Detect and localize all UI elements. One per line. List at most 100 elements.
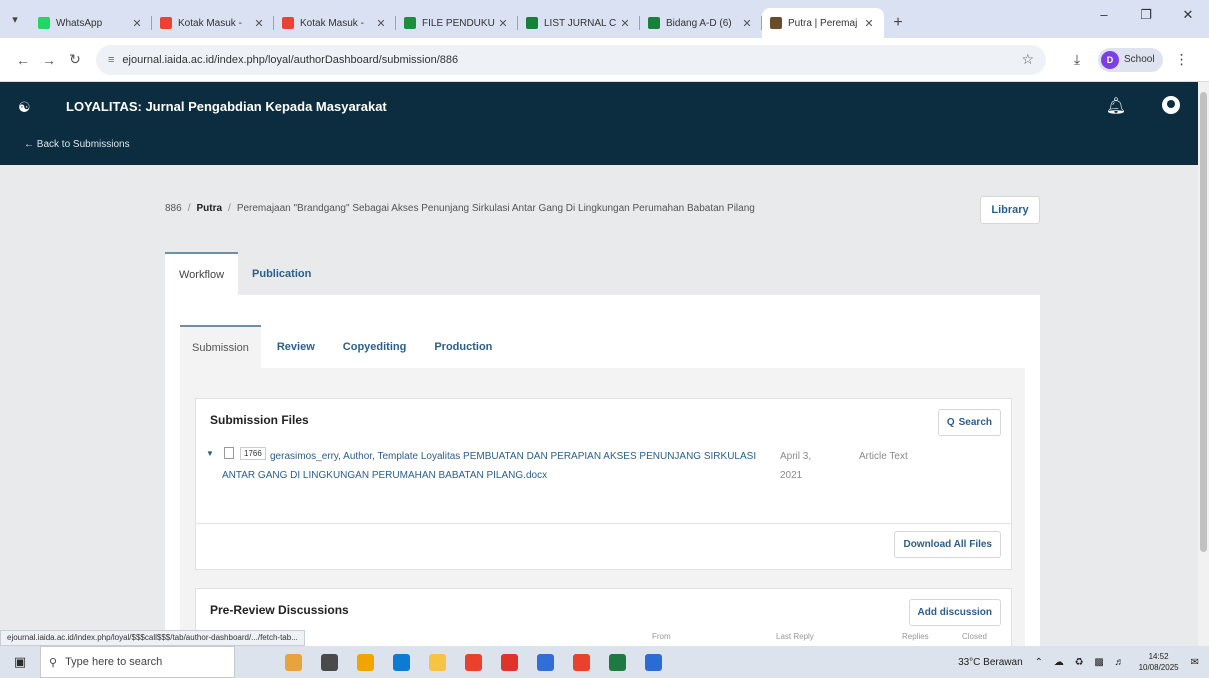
tray-icons[interactable]: ⌃ ☁ ♻ ▩ ♬ — [1035, 657, 1129, 668]
vertical-scrollbar[interactable] — [1198, 82, 1209, 646]
browser-tab[interactable]: Bidang A-D (6) ✕ — [640, 8, 762, 38]
browser-tab[interactable]: FILE PENDUKU ✕ — [396, 8, 518, 38]
site-info-icon[interactable]: ≡ — [108, 54, 114, 66]
pre-review-title: Pre-Review Discussions — [210, 603, 349, 617]
breadcrumb-title: Peremajaan "Brandgang" Sebagai Akses Pen… — [236, 203, 755, 214]
app-glyph-icon — [536, 653, 554, 671]
taskbar-app-icon[interactable] — [599, 646, 635, 678]
column-closed: Closed — [962, 632, 987, 641]
document-icon — [224, 447, 234, 459]
browser-tab[interactable]: Putra | Peremaj ✕ — [762, 8, 884, 38]
back-arrow-icon[interactable]: ← — [10, 52, 36, 68]
file-date: April 3, 2021 — [780, 451, 812, 481]
file-name-link[interactable]: gerasimos_erry, Author, Template Loyalit… — [222, 447, 762, 485]
tab-close-icon[interactable]: ✕ — [618, 17, 632, 30]
browser-tab[interactable]: Kotak Masuk - ✕ — [152, 8, 274, 38]
tab-close-icon[interactable]: ✕ — [496, 17, 510, 30]
clock[interactable]: 14:52 10/08/2025 — [1139, 651, 1179, 673]
tab-copyediting[interactable]: Copyediting — [331, 325, 419, 368]
forward-arrow-icon[interactable]: → — [36, 52, 62, 68]
reload-icon[interactable]: ↻ — [62, 51, 88, 68]
search-button[interactable]: Q Search — [937, 409, 1001, 436]
taskbar-app-icon[interactable] — [347, 646, 383, 678]
breadcrumb-id: 886 — [165, 203, 182, 214]
tab-favicon-icon — [38, 17, 50, 29]
tab-close-icon[interactable]: ✕ — [130, 17, 144, 30]
tab-close-icon[interactable]: ✕ — [862, 17, 876, 30]
workflow-panel: Submission Review Copyediting Production… — [165, 295, 1040, 648]
app-glyph-icon — [356, 653, 374, 671]
browser-tab-strip: ▾ WhatsApp ✕ Kotak Masuk - ✕ Kotak Masuk - … — [0, 0, 1209, 38]
weather-widget[interactable]: 33°C Berawan — [958, 657, 1023, 668]
bell-icon[interactable]: 🔔︎ — [1106, 96, 1126, 116]
taskbar-app-icon[interactable] — [563, 646, 599, 678]
breadcrumb: 886 / Putra / Peremajaan "Brandgang" Sebagai… — [165, 203, 755, 214]
taskbar-app-icon[interactable] — [311, 646, 347, 678]
new-tab-button[interactable]: + — [884, 8, 912, 38]
tab-favicon-icon — [526, 17, 538, 29]
submission-files-title: Submission Files — [210, 413, 309, 427]
profile-button[interactable]: D School — [1098, 47, 1163, 72]
submission-files-card: Submission Files Q Search ▼ gerasimos_err… — [195, 398, 1012, 570]
browser-tab[interactable]: Kotak Masuk - ✕ — [274, 8, 396, 38]
windows-start-icon[interactable]: ▣ — [0, 654, 40, 670]
scrollbar-thumb[interactable] — [1200, 92, 1207, 552]
back-to-submissions-link[interactable]: ← Back to Submissions — [24, 139, 130, 150]
tab-label: WhatsApp — [56, 17, 103, 29]
system-tray: 33°C Berawan ⌃ ☁ ♻ ▩ ♬ 14:52 10/08/2025 … — [958, 651, 1209, 673]
minimize-icon[interactable]: – — [1083, 0, 1125, 30]
notification-icon[interactable]: ✉ — [1191, 657, 1199, 668]
taskbar-app-icon[interactable] — [383, 646, 419, 678]
browser-menu-icon[interactable]: ⋮ — [1175, 51, 1189, 68]
tab-label: Putra | Peremaj — [788, 17, 858, 29]
taskbar-app-icon[interactable] — [527, 646, 563, 678]
url-input[interactable]: ≡ ejournal.iaida.ac.id/index.php/loyal/a… — [96, 44, 1046, 75]
user-icon[interactable] — [1162, 96, 1180, 114]
workflow-stage-tabs: Submission Review Copyediting Production — [180, 325, 508, 368]
tab-search-icon[interactable]: ▾ — [0, 0, 30, 38]
download-all-files-button[interactable]: Download All Files — [894, 531, 1001, 558]
status-url-tooltip: ejournal.iaida.ac.id/index.php/loyal/$$$… — [0, 630, 305, 646]
tab-label: Kotak Masuk - — [178, 17, 242, 29]
browser-tab[interactable]: LIST JURNAL C ✕ — [518, 8, 640, 38]
tab-publication[interactable]: Publication — [238, 252, 325, 295]
expand-caret-icon[interactable]: ▼ — [206, 449, 214, 458]
tab-production[interactable]: Production — [422, 325, 504, 368]
tab-workflow[interactable]: Workflow — [165, 252, 239, 295]
app-glyph-icon — [608, 653, 626, 671]
taskbar-apps — [275, 646, 671, 678]
close-window-icon[interactable]: ✕ — [1167, 0, 1209, 30]
taskbar-app-icon[interactable] — [455, 646, 491, 678]
tab-favicon-icon — [404, 17, 416, 29]
taskbar-app-icon[interactable] — [491, 646, 527, 678]
sitemap-icon[interactable]: ☯ — [18, 99, 31, 116]
taskbar-app-icon[interactable] — [635, 646, 671, 678]
download-icon[interactable]: ⤓ — [1064, 51, 1090, 68]
tab-close-icon[interactable]: ✕ — [740, 17, 754, 30]
maximize-icon[interactable]: ❐ — [1125, 0, 1167, 30]
app-glyph-icon — [392, 653, 410, 671]
profile-label: School — [1124, 54, 1155, 65]
taskbar-app-icon[interactable] — [275, 646, 311, 678]
clock-date: 10/08/2025 — [1138, 663, 1179, 672]
taskbar-search-input[interactable]: ⚲ Type here to search — [40, 646, 235, 678]
tab-close-icon[interactable]: ✕ — [374, 17, 388, 30]
tab-favicon-icon — [282, 17, 294, 29]
tab-submission[interactable]: Submission — [180, 325, 261, 368]
tab-close-icon[interactable]: ✕ — [252, 17, 266, 30]
taskbar-app-icon[interactable] — [419, 646, 455, 678]
add-discussion-button[interactable]: Add discussion — [908, 599, 1001, 626]
tab-favicon-icon — [160, 17, 172, 29]
app-glyph-icon — [500, 653, 518, 671]
breadcrumb-separator: / — [228, 203, 231, 214]
bookmark-star-icon[interactable]: ☆ — [1021, 51, 1034, 68]
breadcrumb-separator: / — [187, 203, 191, 214]
browser-tab[interactable]: WhatsApp ✕ — [30, 8, 152, 38]
app-glyph-icon — [464, 653, 482, 671]
library-button[interactable]: Library — [980, 196, 1040, 224]
search-icon: ⚲ — [49, 656, 58, 669]
taskbar: ▣ ⚲ Type here to search 33°C Berawan ⌃ ☁… — [0, 646, 1209, 678]
site-title[interactable]: LOYALITAS: Jurnal Pengabdian Kepada Masy… — [66, 99, 387, 114]
pre-review-discussions-card: Pre-Review Discussions Add discussion Fr… — [195, 588, 1012, 648]
tab-review[interactable]: Review — [265, 325, 327, 368]
